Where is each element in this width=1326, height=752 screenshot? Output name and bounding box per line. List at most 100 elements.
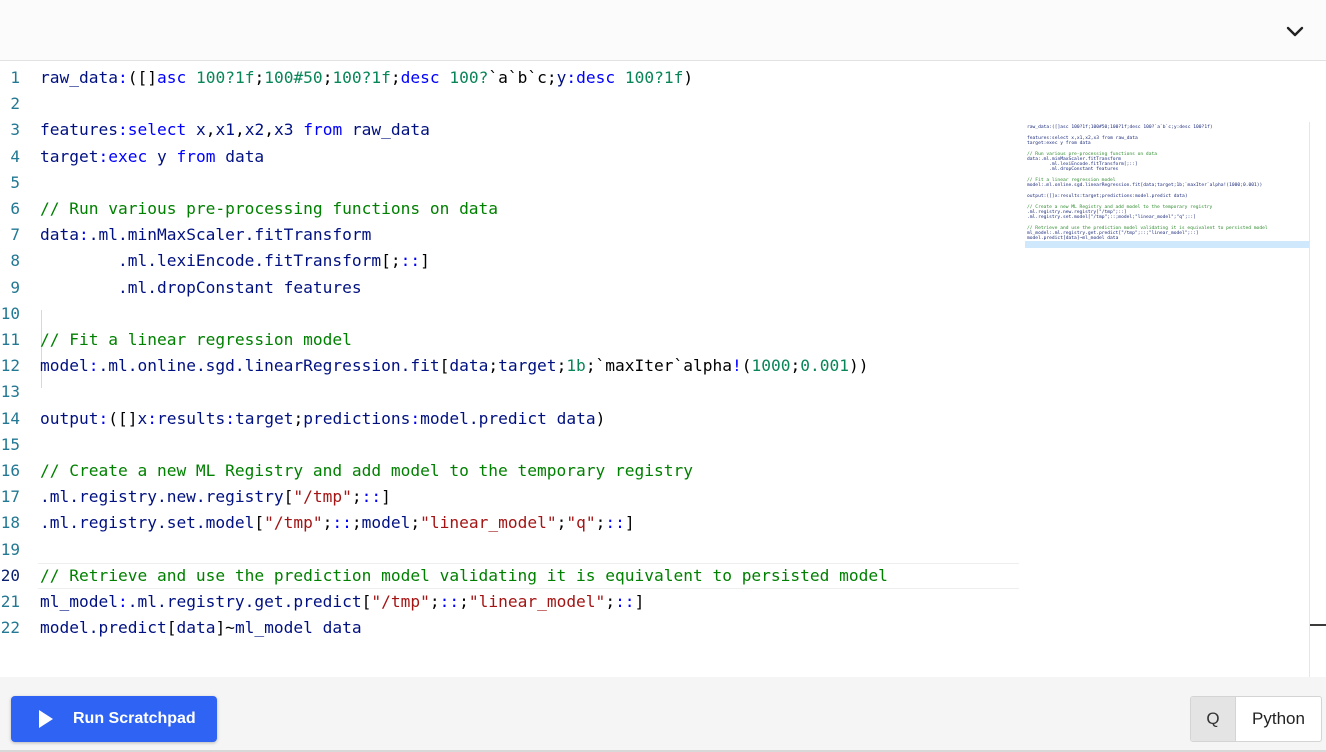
code-token: y — [147, 146, 177, 166]
run-scratchpad-button[interactable]: Run Scratchpad — [11, 696, 217, 742]
language-python-button[interactable]: Python — [1236, 697, 1321, 741]
code-token: .ml.minMaxScaler.fitTransform — [88, 225, 372, 245]
code-token: ; — [293, 408, 304, 428]
chevron-down-icon[interactable] — [1284, 20, 1306, 42]
vertical-scrollbar[interactable] — [1309, 122, 1310, 737]
code-token: select — [127, 120, 187, 140]
code-token: data — [449, 356, 489, 376]
code-line[interactable]: 2 — [0, 91, 1020, 117]
minimap-token: ;`maxIter`alpha — [1182, 183, 1224, 189]
minimap-token: ) — [1184, 193, 1188, 199]
code-token: // Run various pre-processing functions … — [40, 199, 499, 218]
code-line[interactable]: 6 // Run various pre-processing functions… — [0, 196, 1020, 222]
code-token: 100? — [449, 68, 489, 87]
code-token: ! — [732, 356, 742, 376]
line-number: 4 — [10, 146, 20, 166]
minimap-token: results — [1060, 193, 1080, 199]
code-line[interactable]: 11 // Fit a linear regression model — [0, 327, 1020, 353]
code-line[interactable]: 16 // Create a new ML Registry and add mo… — [0, 458, 1020, 484]
code-token: : — [117, 120, 128, 140]
code-token: "linear_model" — [468, 592, 606, 611]
minimap-token: ] — [1193, 215, 1196, 221]
code-text: // Run various pre-processing functions … — [40, 196, 498, 222]
code-token: model.predict — [40, 618, 167, 638]
code-token: [ — [439, 356, 450, 376]
code-token: ) — [683, 68, 694, 87]
code-line[interactable]: 3 features:select x,x1,x2,x3 from raw_dat… — [0, 117, 1020, 143]
code-token: .ml.registry.set.model — [40, 513, 255, 533]
minimap-token: asc — [1060, 125, 1069, 130]
code-token: ; — [790, 356, 801, 376]
code-token: data — [176, 618, 216, 638]
code-line[interactable]: 14 output:([]x:results:target;predictions… — [0, 406, 1020, 432]
code-line[interactable]: 17 .ml.registry.new.registry["/tmp";::] — [0, 484, 1020, 510]
code-token: :: — [605, 513, 625, 533]
minimap-line: // Run various pre-processing functions … — [1027, 152, 1157, 157]
minimap-token: ) — [1209, 125, 1213, 130]
code-token: predictions — [303, 408, 411, 428]
code-token: [ — [283, 487, 294, 507]
language-toggle[interactable]: Q Python — [1190, 696, 1322, 742]
code-line[interactable]: 1 raw_data:([]asc 100?1f;100#50;100?1f;de… — [0, 65, 1020, 91]
code-text: .ml.dropConstant features — [40, 275, 362, 301]
code-token: ; — [429, 592, 440, 611]
code-line[interactable]: 9 .ml.dropConstant features — [0, 275, 1020, 301]
code-token: ; — [254, 68, 265, 87]
minimap-token: "q" — [1176, 215, 1185, 221]
code-line[interactable]: 22 model.predict[data]~ml_model data — [0, 615, 1020, 641]
code-line[interactable]: 8 .ml.lexiEncode.fitTransform[;::] — [0, 248, 1020, 274]
code-token: : — [566, 68, 577, 87]
minimap-token: ml_model data — [1082, 236, 1119, 242]
code-token: ; — [556, 356, 567, 376]
code-line[interactable]: 10 — [0, 301, 1020, 327]
minimap[interactable]: raw_data:([]asc 100?1f;100#50;100?1f;des… — [1025, 123, 1310, 268]
code-line[interactable]: 13 — [0, 379, 1020, 405]
code-token: ; — [390, 68, 401, 87]
code-token: results — [156, 408, 226, 428]
code-line[interactable]: 21 ml_model:.ml.registry.get.predict["/tm… — [0, 589, 1020, 615]
code-token: : — [117, 68, 128, 87]
minimap-line: .ml.registry.set.model["/tmp";::;model;"… — [1027, 215, 1196, 220]
minimap-token: target — [1157, 183, 1174, 189]
minimap-token: // Run various pre-processing functions … — [1027, 151, 1157, 157]
code-line[interactable]: 4 target:exec y from data — [0, 144, 1020, 170]
top-toolbar — [0, 0, 1326, 61]
code-token: : — [117, 592, 128, 611]
minimap-token: data — [1143, 183, 1155, 189]
code-line[interactable]: 18 .ml.registry.set.model["/tmp";::;model… — [0, 510, 1020, 536]
code-line[interactable]: 15 — [0, 432, 1020, 458]
line-number: 12 — [0, 356, 20, 376]
code-token: target — [40, 146, 99, 166]
code-token: : — [98, 146, 109, 166]
code-editor[interactable]: 1 raw_data:([]asc 100?1f;100#50;100?1f;de… — [0, 61, 1326, 737]
code-token: asc — [156, 68, 187, 87]
code-token: 0.001 — [800, 356, 849, 376]
language-q-button[interactable]: Q — [1191, 697, 1236, 741]
code-line[interactable]: 20 // Retrieve and use the prediction mod… — [0, 563, 1020, 589]
code-token: , — [205, 120, 216, 140]
minimap-token: model — [1027, 183, 1041, 189]
minimap-line: output:([]x:results:target;predictions:m… — [1027, 194, 1188, 199]
code-token: "/tmp" — [293, 487, 352, 507]
line-number: 10 — [0, 303, 20, 323]
code-line[interactable]: 5 — [0, 170, 1020, 196]
scrollbar-cursor-marker — [1310, 624, 1326, 626]
code-line[interactable]: 7 data:.ml.minMaxScaler.fitTransform — [0, 222, 1020, 248]
line-number: 20 — [0, 565, 20, 585]
code-line[interactable]: 12 model:.ml.online.sgd.linearRegression.… — [0, 353, 1020, 379]
code-token: [ — [254, 513, 265, 533]
minimap-token: select — [1051, 135, 1069, 141]
code-text: features:select x,x1,x2,x3 from raw_data — [40, 117, 430, 143]
code-token: model — [40, 356, 89, 376]
code-token: x2 — [244, 120, 265, 140]
code-token: ; — [595, 513, 606, 533]
code-token: :: — [400, 251, 421, 271]
code-token: ;`maxIter`alpha — [585, 356, 732, 376]
line-number: 3 — [10, 120, 20, 140]
code-token: : — [147, 408, 157, 428]
minimap-token: "linear_model" — [1148, 231, 1188, 236]
code-line[interactable]: 19 — [0, 537, 1020, 563]
